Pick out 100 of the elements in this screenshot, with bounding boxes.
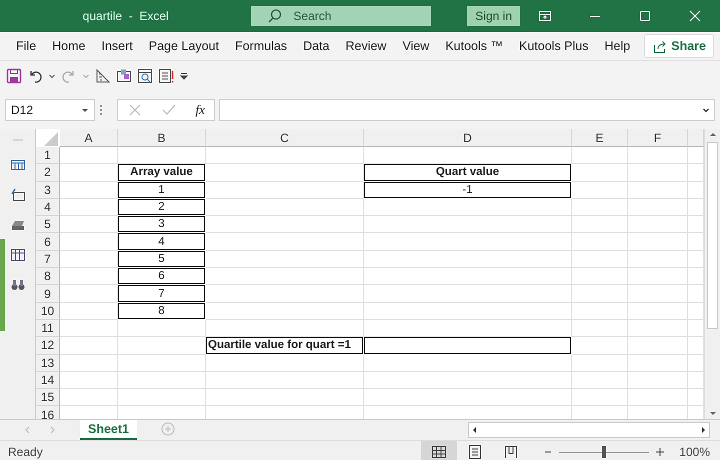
row-header[interactable]: 16 [36, 406, 60, 419]
table-cell [60, 337, 118, 355]
table-cell: 4 [118, 233, 206, 251]
scrollbar-thumb[interactable] [707, 142, 718, 329]
table-cell [628, 233, 688, 251]
status-text: Ready [8, 445, 43, 459]
table-cell: Quart value [364, 164, 572, 182]
table-cell [60, 320, 118, 338]
insert-function-button[interactable]: fx [196, 102, 205, 118]
row-header[interactable]: 8 [36, 268, 60, 286]
sign-in-button[interactable]: Sign in [467, 6, 520, 26]
zoom-level[interactable]: 100% [679, 445, 710, 459]
column-header[interactable]: D [364, 129, 572, 147]
binoculars-icon[interactable] [10, 277, 26, 293]
menu-tab[interactable]: Home [44, 39, 94, 53]
column-header[interactable]: A [60, 129, 118, 147]
table-cell [628, 182, 688, 199]
maximize-icon[interactable] [637, 8, 653, 24]
table-cell [572, 147, 628, 164]
row-header[interactable]: 13 [36, 354, 60, 372]
caret-icon[interactable] [702, 106, 710, 114]
column-header[interactable]: C [206, 129, 364, 147]
normal-view-icon[interactable] [431, 444, 448, 460]
table-cell [572, 268, 628, 286]
row-header[interactable]: 3 [36, 182, 60, 199]
table-cell [60, 198, 118, 216]
menu-tab[interactable]: Help [596, 39, 638, 53]
ruler-icon[interactable] [95, 68, 111, 84]
table-cell [572, 198, 628, 216]
close-icon[interactable] [687, 8, 703, 24]
table-cell [628, 250, 688, 268]
column-header[interactable]: F [628, 129, 688, 147]
column-header[interactable]: B [118, 129, 206, 147]
sheet-tab[interactable]: Sheet1 [80, 420, 137, 440]
name-box[interactable]: D12 [5, 99, 95, 121]
share-icon[interactable] [652, 38, 668, 54]
save-icon[interactable] [6, 68, 22, 84]
row-header[interactable]: 2 [36, 164, 60, 182]
row-header[interactable]: 10 [36, 302, 60, 320]
table-cell: 1 [118, 182, 206, 199]
menu-tab[interactable]: Page Layout [140, 39, 227, 53]
customize-caret-icon[interactable] [179, 71, 189, 81]
formula-input[interactable] [219, 99, 715, 121]
page-break-icon[interactable] [503, 444, 520, 460]
row-header[interactable]: 9 [36, 285, 60, 303]
table-cell [628, 302, 688, 320]
row-header[interactable]: 4 [36, 198, 60, 216]
row-header[interactable]: 14 [36, 372, 60, 390]
table-cell [60, 354, 118, 372]
table-cell [60, 250, 118, 268]
row-header[interactable]: 15 [36, 389, 60, 406]
table-cell [628, 337, 688, 355]
table-cell [628, 320, 688, 338]
menu-tab[interactable]: File [8, 39, 44, 53]
columns-icon[interactable] [10, 247, 26, 263]
table-cell: -1 [364, 182, 572, 199]
table-cell [572, 285, 628, 303]
menu-tab[interactable]: Insert [94, 39, 141, 53]
menu-tab[interactable]: Data [295, 39, 338, 53]
column-header[interactable]: E [572, 129, 628, 147]
table-cell [628, 389, 688, 406]
table-cell: 8 [118, 302, 206, 320]
table-cell [628, 372, 688, 390]
table-cell: Quartile value for quart =1 [206, 337, 364, 355]
vertical-scrollbar[interactable] [704, 129, 720, 419]
search-field[interactable]: Search [251, 6, 432, 26]
table-cell [572, 216, 628, 234]
row-header[interactable]: 6 [36, 233, 60, 251]
row-header[interactable]: 1 [36, 147, 60, 164]
page-layout-icon[interactable] [467, 444, 484, 460]
window-search-icon[interactable] [137, 68, 153, 84]
table-cell [60, 164, 118, 182]
list-alert-icon[interactable] [158, 68, 174, 84]
caret-icon[interactable] [48, 72, 56, 80]
row-header[interactable]: 5 [36, 216, 60, 234]
search-icon[interactable] [267, 8, 284, 24]
zoom-in-icon[interactable] [655, 447, 666, 457]
menu-tab[interactable]: Kutools ™ [437, 39, 512, 53]
row-header[interactable]: 7 [36, 250, 60, 268]
caret-icon[interactable] [81, 106, 89, 114]
menu-tab[interactable]: Review [337, 39, 394, 53]
name-manager-icon[interactable] [10, 187, 26, 203]
share-button[interactable]: Share [644, 34, 714, 58]
table-cell [572, 372, 628, 390]
row-header[interactable]: 12 [36, 337, 60, 355]
workbook-icon[interactable] [10, 157, 26, 173]
table-cell [628, 268, 688, 286]
table-cell: 3 [118, 216, 206, 234]
menu-tab[interactable]: Formulas [226, 39, 296, 53]
menu-tab[interactable]: Kutools Plus [511, 39, 596, 53]
table-cell [628, 164, 688, 182]
menu-tab[interactable]: View [394, 39, 438, 53]
horizontal-scrollbar[interactable] [468, 422, 710, 438]
table-cell: 6 [118, 268, 206, 286]
table-cell [628, 198, 688, 216]
table-cell [60, 182, 118, 199]
row-header[interactable]: 11 [36, 320, 60, 338]
ribbon-display-icon[interactable] [537, 8, 553, 24]
view-button[interactable] [421, 441, 458, 460]
table-cell [60, 285, 118, 303]
